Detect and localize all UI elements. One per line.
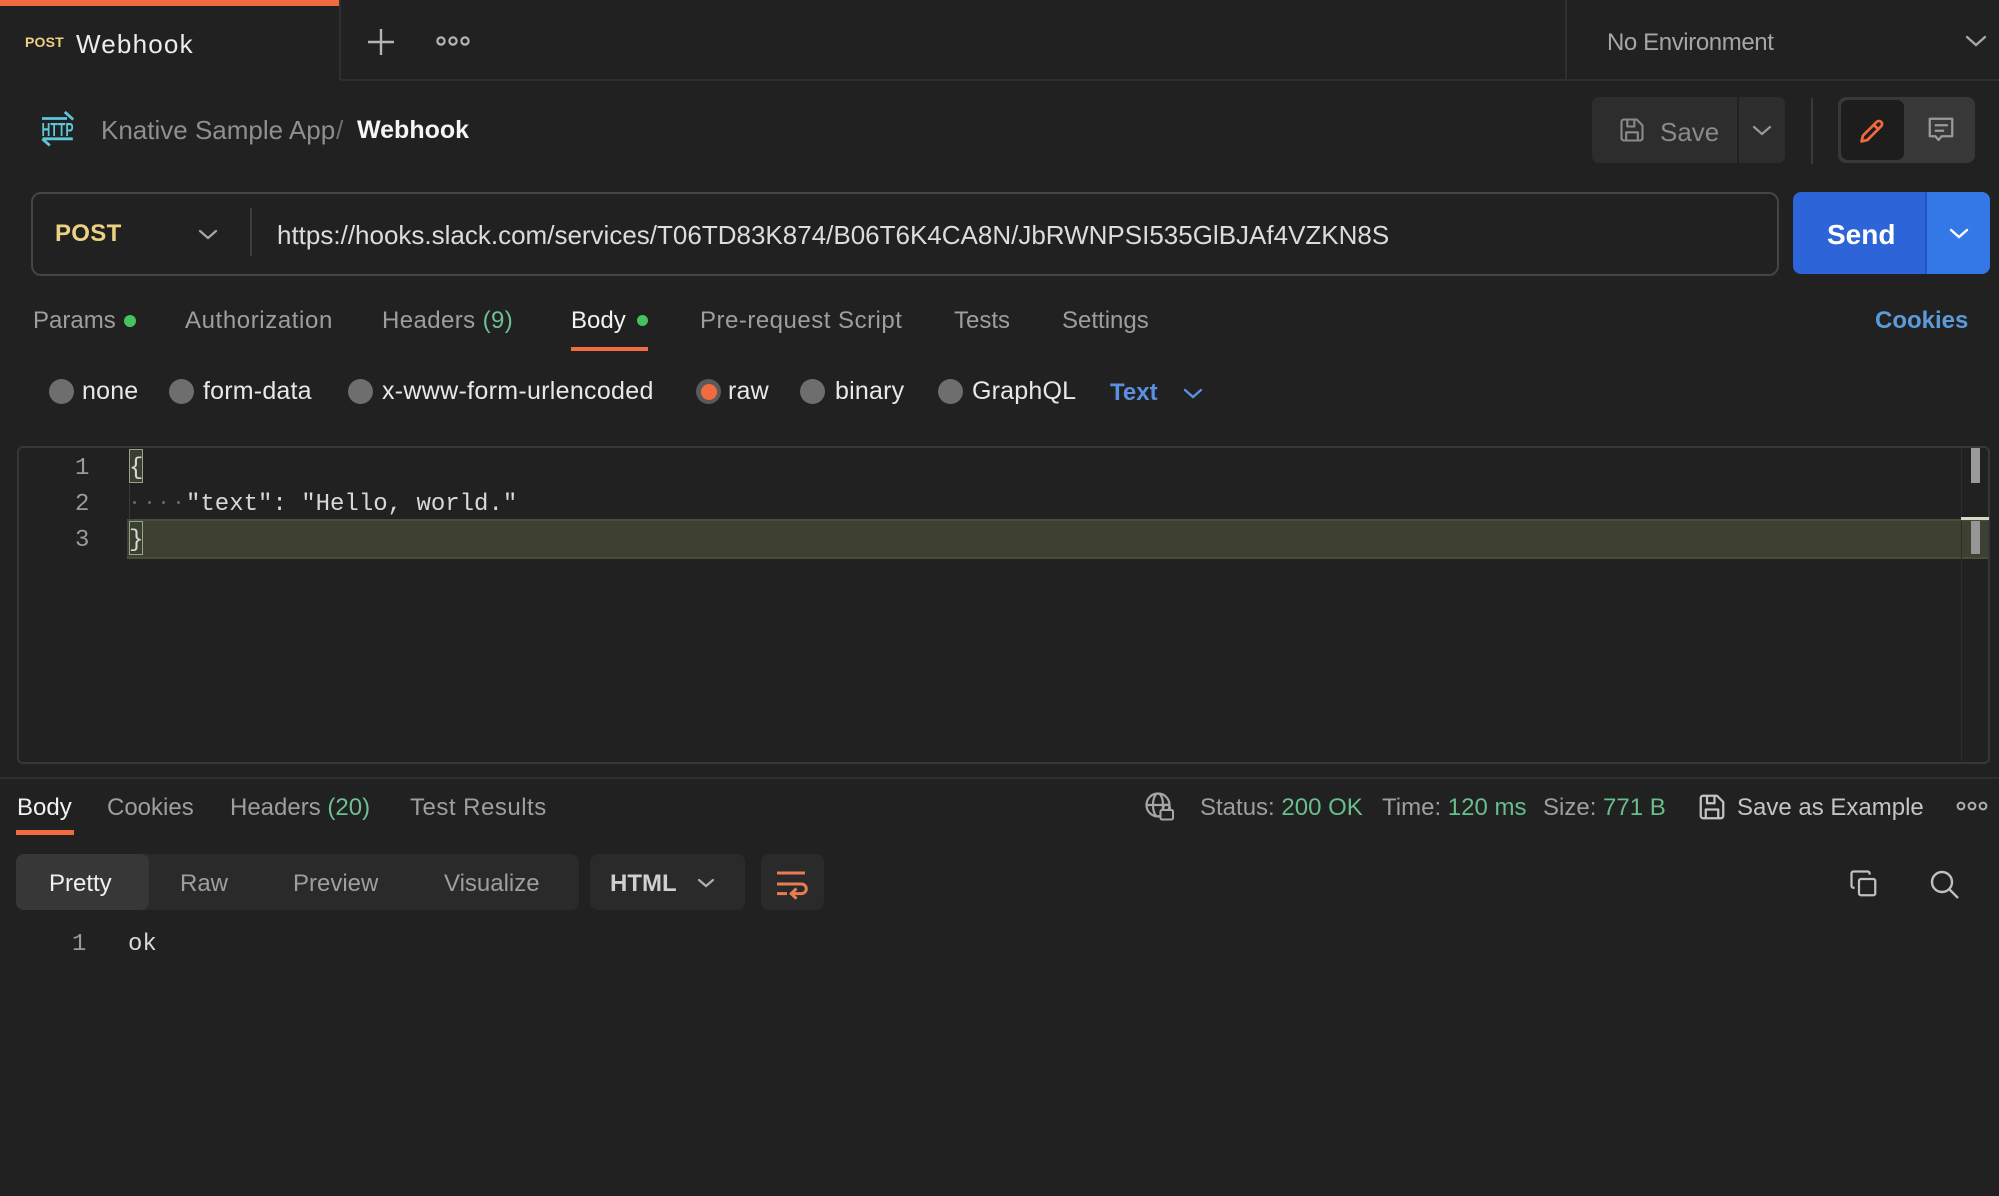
svg-text:HTTP: HTTP xyxy=(42,120,74,140)
